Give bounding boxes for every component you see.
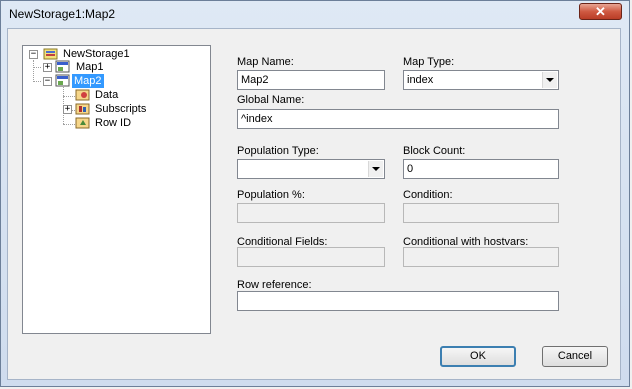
collapse-icon[interactable]: − — [43, 77, 52, 86]
global-name-field[interactable]: ^index — [237, 109, 559, 129]
map-name-label: Map Name: — [237, 56, 294, 68]
block-count-label: Block Count: — [403, 145, 466, 157]
tree-node-label: Subscripts — [95, 103, 147, 115]
map-type-select[interactable]: index — [403, 70, 559, 90]
row-reference-label: Row reference: — [237, 279, 312, 291]
tree-connector — [63, 124, 75, 125]
dialog-window: NewStorage1:Map2 ✕ − NewStorage1 + Map1 … — [0, 0, 630, 387]
title-bar[interactable]: NewStorage1:Map2 ✕ — [1, 1, 629, 25]
tree-node-map2[interactable]: − Map2 — [41, 74, 161, 88]
map-icon — [55, 60, 71, 73]
tree-connector — [33, 60, 34, 82]
tree-node-label: Map2 — [72, 74, 104, 88]
map-name-field[interactable]: Map2 — [237, 70, 385, 90]
expand-icon[interactable]: + — [63, 105, 72, 114]
collapse-icon[interactable]: − — [29, 50, 38, 59]
window-title: NewStorage1:Map2 — [9, 7, 116, 21]
tree-node-rowid[interactable]: Row ID — [75, 116, 175, 130]
map-type-label: Map Type: — [403, 56, 455, 68]
population-type-label: Population Type: — [237, 145, 319, 157]
population-pct-label: Population %: — [237, 189, 305, 201]
tree-node-label: Data — [95, 89, 119, 101]
tree-connector — [33, 81, 41, 82]
tree-node-subscripts[interactable]: + Subscripts — [61, 102, 181, 116]
storage-tree[interactable]: − NewStorage1 + Map1 − Map2 Data + Subsc… — [22, 45, 211, 334]
dialog-client-area: − NewStorage1 + Map1 − Map2 Data + Subsc… — [7, 28, 621, 380]
global-name-label: Global Name: — [237, 94, 305, 106]
tree-node-root[interactable]: − NewStorage1 — [27, 47, 177, 61]
tree-node-label: NewStorage1 — [63, 48, 130, 60]
chevron-down-icon[interactable] — [368, 161, 383, 177]
rowid-icon — [75, 116, 91, 129]
map-icon — [55, 74, 71, 87]
conditional-fields-field — [237, 247, 385, 267]
population-type-select[interactable] — [237, 159, 385, 179]
tree-connector — [33, 67, 41, 68]
block-count-field[interactable]: 0 — [403, 159, 559, 179]
tree-node-label: Row ID — [95, 117, 132, 129]
tree-node-map1[interactable]: + Map1 — [41, 60, 161, 74]
chevron-down-icon[interactable] — [542, 72, 557, 88]
population-pct-field — [237, 203, 385, 223]
conditional-hostvars-field — [403, 247, 559, 267]
tree-connector — [63, 96, 75, 97]
storage-icon — [43, 47, 59, 60]
condition-field — [403, 203, 559, 223]
tree-node-data[interactable]: Data — [75, 88, 175, 102]
close-button[interactable]: ✕ — [579, 3, 622, 20]
condition-label: Condition: — [403, 189, 453, 201]
row-reference-field[interactable] — [237, 291, 559, 311]
tree-node-label: Map1 — [76, 61, 104, 73]
subscripts-icon — [75, 102, 91, 115]
map-type-value: index — [407, 74, 434, 86]
cancel-button[interactable]: Cancel — [542, 346, 608, 367]
ok-button[interactable]: OK — [440, 346, 516, 367]
expand-icon[interactable]: + — [43, 63, 52, 72]
data-icon — [75, 88, 91, 101]
